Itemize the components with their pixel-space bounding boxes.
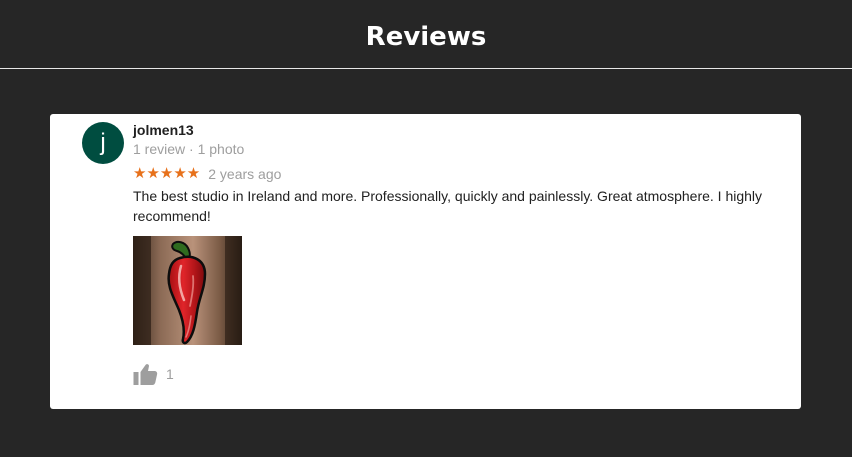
review-date: 2 years ago (208, 166, 282, 182)
review-card: j jolmen13 1 review · 1 photo ★★★★★ 2 ye… (50, 114, 801, 409)
avatar[interactable]: j (82, 122, 124, 164)
review-author[interactable]: jolmen13 (133, 122, 194, 138)
rating-row: ★★★★★ 2 years ago (133, 165, 281, 183)
thumbs-up-icon[interactable] (133, 363, 158, 385)
review-photo[interactable] (133, 236, 242, 345)
page-title: Reviews (365, 22, 487, 52)
page-header: Reviews (0, 0, 852, 69)
star-rating: ★★★★★ (133, 165, 201, 182)
like-count: 1 (166, 366, 174, 382)
review-author-meta: 1 review · 1 photo (133, 141, 245, 157)
review-text: The best studio in Ireland and more. Pro… (133, 188, 763, 224)
like-row: 1 (133, 362, 174, 386)
